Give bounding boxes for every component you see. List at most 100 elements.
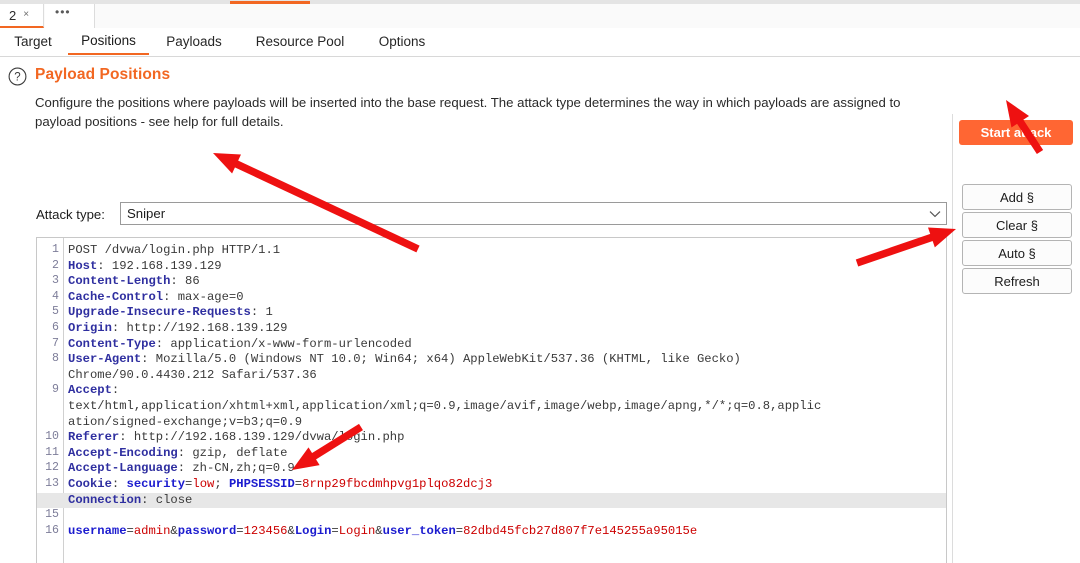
request-token: = bbox=[126, 523, 134, 538]
request-line[interactable]: Chrome/90.0.4430.212 Safari/537.36 bbox=[68, 368, 317, 384]
tab-payloads[interactable]: Payloads bbox=[155, 28, 233, 55]
line-number-gutter: 12345678910111213141516 bbox=[37, 238, 64, 563]
request-token: = bbox=[236, 523, 244, 538]
request-token: ation/signed-exchange;v=b3;q=0.9 bbox=[68, 414, 303, 429]
line-number: 1 bbox=[52, 243, 59, 256]
tab-target[interactable]: Target bbox=[2, 28, 64, 55]
tab-label: Resource Pool bbox=[255, 34, 345, 49]
request-line[interactable]: Upgrade-Insecure-Requests: 1 bbox=[68, 305, 273, 321]
line-number: 8 bbox=[52, 352, 59, 366]
request-token: : zh-CN,zh;q=0.9 bbox=[177, 461, 295, 476]
question-mark-circle-icon[interactable]: ? bbox=[8, 67, 27, 86]
button-label: Add § bbox=[1000, 189, 1034, 205]
button-label: Clear § bbox=[996, 217, 1038, 233]
tab-label: Target bbox=[14, 34, 52, 49]
tab-positions[interactable]: Positions bbox=[68, 28, 149, 55]
request-token: Upgrade-Insecure-Requests bbox=[68, 305, 251, 320]
line-number: 5 bbox=[52, 305, 59, 319]
attack-type-label: Attack type: bbox=[36, 207, 105, 222]
request-text[interactable]: POST /dvwa/login.php HTTP/1.1 Host: 192.1… bbox=[37, 238, 946, 563]
request-token: : application/x-www-form-urlencoded bbox=[155, 336, 412, 351]
request-token: : 192.168.139.129 bbox=[97, 258, 222, 273]
start-attack-button[interactable]: Start attack bbox=[959, 120, 1073, 145]
request-token: : 86 bbox=[170, 274, 200, 289]
request-token: 123456 bbox=[243, 523, 288, 538]
request-token: Accept bbox=[68, 383, 112, 398]
auto-button[interactable]: Auto § bbox=[962, 240, 1072, 266]
line-number: 7 bbox=[52, 336, 59, 350]
attack-tab-bar: 2 × ••• bbox=[0, 4, 1080, 29]
request-token: username bbox=[68, 523, 127, 538]
tab-resource-pool[interactable]: Resource Pool bbox=[240, 28, 360, 55]
request-line[interactable]: Accept: bbox=[68, 383, 119, 399]
line-number: 16 bbox=[45, 523, 59, 537]
request-token: user_token bbox=[382, 523, 456, 538]
tab-options[interactable]: Options bbox=[366, 28, 438, 55]
button-label: Refresh bbox=[994, 273, 1040, 289]
request-token: POST /dvwa/login.php HTTP/1.1 bbox=[68, 243, 281, 257]
request-token: security bbox=[126, 477, 186, 491]
request-line[interactable]: Origin: http://192.168.139.129 bbox=[68, 321, 287, 337]
line-number: 15 bbox=[45, 508, 59, 522]
request-token: : max-age=0 bbox=[163, 289, 244, 304]
panel-divider bbox=[952, 114, 953, 563]
request-line[interactable]: Accept-Encoding: gzip, deflate bbox=[68, 446, 287, 462]
line-number: 3 bbox=[52, 274, 59, 288]
request-line[interactable]: Host: 192.168.139.129 bbox=[68, 259, 222, 275]
request-line[interactable]: Referer: http://192.168.139.129/dvwa/log… bbox=[68, 430, 404, 446]
add-button[interactable]: Add § bbox=[962, 184, 1072, 210]
request-token: Cookie bbox=[68, 477, 112, 491]
request-line[interactable]: text/html,application/xhtml+xml,applicat… bbox=[68, 399, 821, 415]
close-icon[interactable]: × bbox=[23, 10, 29, 20]
request-token: password bbox=[177, 523, 237, 538]
attack-type-select[interactable]: Sniper bbox=[120, 202, 947, 225]
button-label: Auto § bbox=[998, 245, 1036, 261]
request-token: & bbox=[170, 523, 178, 538]
request-line[interactable]: POST /dvwa/login.php HTTP/1.1 bbox=[68, 243, 280, 259]
request-token: Content-Type bbox=[68, 336, 156, 351]
request-token: PHPSESSID bbox=[228, 477, 295, 491]
request-token: Login bbox=[338, 523, 376, 538]
request-token: : Mozilla/5.0 (Windows NT 10.0; Win64; x… bbox=[141, 352, 741, 367]
request-line[interactable]: Cache-Control: max-age=0 bbox=[68, 290, 244, 306]
request-token: 8rnp29fbcdmhpvg1plqo82dcj3 bbox=[302, 477, 493, 491]
request-token: low bbox=[192, 477, 215, 491]
request-token: = bbox=[331, 523, 339, 538]
panel-description: Configure the positions where payloads w… bbox=[35, 95, 901, 129]
request-token: & bbox=[287, 523, 295, 538]
refresh-button[interactable]: Refresh bbox=[962, 268, 1072, 294]
request-token: Connection bbox=[68, 492, 142, 507]
request-token: Cache-Control bbox=[68, 289, 164, 304]
request-token: Chrome/90.0.4430.212 Safari/537.36 bbox=[68, 367, 317, 382]
request-line[interactable]: ation/signed-exchange;v=b3;q=0.9 bbox=[68, 415, 302, 431]
request-line[interactable]: Cookie: security=low; PHPSESSID=8rnp29fb… bbox=[68, 477, 492, 493]
attack-tab-label: 2 bbox=[9, 7, 17, 23]
request-token: & bbox=[375, 523, 383, 538]
request-line[interactable]: User-Agent: Mozilla/5.0 (Windows NT 10.0… bbox=[68, 352, 741, 368]
svg-text:?: ? bbox=[14, 72, 20, 84]
page-title: Payload Positions bbox=[35, 66, 171, 83]
request-token: : gzip, deflate bbox=[177, 445, 288, 460]
request-token: ; bbox=[214, 477, 229, 491]
attack-tab-2[interactable]: 2 × bbox=[0, 4, 44, 28]
ellipsis-icon: ••• bbox=[55, 5, 71, 19]
request-editor[interactable]: 12345678910111213141516 POST /dvwa/login… bbox=[36, 237, 947, 563]
request-token: : 1 bbox=[250, 305, 273, 320]
attack-tab-overflow[interactable]: ••• bbox=[45, 4, 95, 28]
request-token: : http://192.168.139.129/dvwa/login.php bbox=[119, 430, 405, 445]
request-token: admin bbox=[133, 523, 171, 538]
clear-button[interactable]: Clear § bbox=[962, 212, 1072, 238]
request-line[interactable]: username=admin&password=123456&Login=Log… bbox=[68, 524, 697, 540]
request-line[interactable]: Content-Length: 86 bbox=[68, 274, 200, 290]
request-token: Accept-Language bbox=[68, 461, 178, 476]
line-number: 11 bbox=[45, 445, 59, 459]
request-token: Referer bbox=[68, 430, 120, 445]
request-token: : bbox=[111, 383, 120, 398]
line-number: 10 bbox=[45, 430, 59, 444]
line-number: 12 bbox=[45, 461, 59, 475]
request-token: text/html,application/xhtml+xml,applicat… bbox=[68, 399, 822, 413]
request-line[interactable]: Accept-Language: zh-CN,zh;q=0.9 bbox=[68, 461, 295, 477]
chevron-down-icon bbox=[924, 210, 946, 218]
request-line[interactable]: Content-Type: application/x-www-form-url… bbox=[68, 337, 412, 353]
request-token: = bbox=[455, 523, 464, 538]
